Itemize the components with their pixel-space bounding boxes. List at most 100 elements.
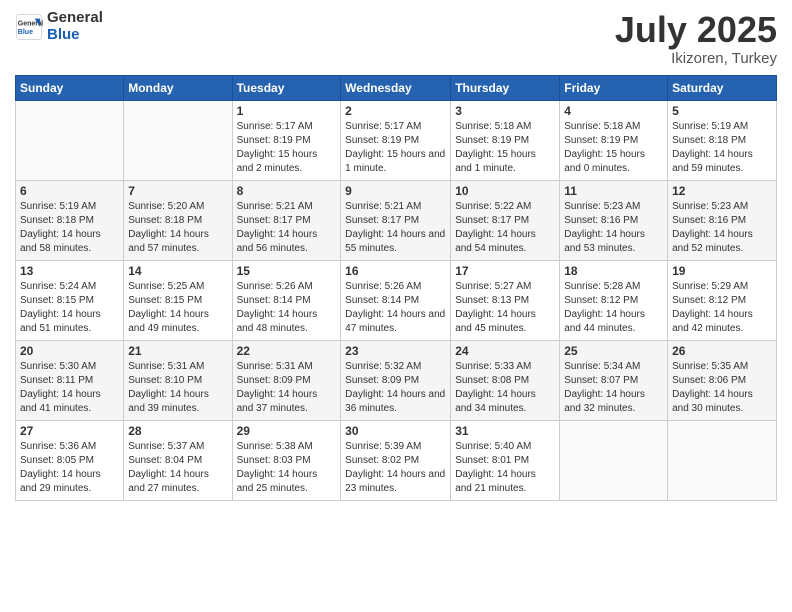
day-info: Sunrise: 5:21 AMSunset: 8:17 PMDaylight:… xyxy=(345,200,446,256)
main-title: July 2025 xyxy=(615,10,777,50)
table-row: 21Sunrise: 5:31 AMSunset: 8:10 PMDayligh… xyxy=(124,340,232,420)
table-row: 26 Sunrise: 5:35 AMSunset: 8:06 PMDayligh… xyxy=(668,340,777,420)
calendar-week-row: 6 Sunrise: 5:19 AMSunset: 8:18 PMDaylight… xyxy=(16,180,777,260)
day-info: Sunrise: 5:19 AMSunset: 8:18 PMDaylight:… xyxy=(672,120,772,176)
day-number: 7 xyxy=(128,184,227,198)
day-info: Sunrise: 5:33 AMSunset: 8:08 PMDaylight:… xyxy=(455,360,555,416)
logo-text: GeneralBlue xyxy=(47,10,103,43)
header-thursday: Thursday xyxy=(451,75,560,100)
day-number: 18 xyxy=(564,264,663,278)
table-row: 15 Sunrise: 5:26 AMSunset: 8:14 PMDayligh… xyxy=(232,260,341,340)
day-info: Sunrise: 5:26 AMSunset: 8:14 PMDaylight:… xyxy=(345,280,446,336)
logo-icon: General Blue xyxy=(15,13,43,41)
table-row: 12 Sunrise: 5:23 AMSunset: 8:16 PMDayligh… xyxy=(668,180,777,260)
table-row: 3 Sunrise: 5:18 AMSunset: 8:19 PMDaylight… xyxy=(451,100,560,180)
table-row: 24 Sunrise: 5:33 AMSunset: 8:08 PMDayligh… xyxy=(451,340,560,420)
day-info: Sunrise: 5:27 AMSunset: 8:13 PMDaylight:… xyxy=(455,280,555,336)
day-number: 15 xyxy=(237,264,337,278)
day-info: Sunrise: 5:40 AMSunset: 8:01 PMDaylight:… xyxy=(455,440,555,496)
day-number: 16 xyxy=(345,264,446,278)
day-info: Sunrise: 5:17 AMSunset: 8:19 PMDaylight:… xyxy=(237,120,337,176)
day-number: 2 xyxy=(345,104,446,118)
day-info: Sunrise: 5:24 AMSunset: 8:15 PMDaylight:… xyxy=(20,280,119,336)
day-info: Sunrise: 5:30 AMSunset: 8:11 PMDaylight:… xyxy=(20,360,119,416)
day-number: 14 xyxy=(128,264,227,278)
day-number: 11 xyxy=(564,184,663,198)
day-info: Sunrise: 5:25 AMSunset: 8:15 PMDaylight:… xyxy=(128,280,227,336)
calendar-week-row: 13 Sunrise: 5:24 AMSunset: 8:15 PMDayligh… xyxy=(16,260,777,340)
table-row: 9 Sunrise: 5:21 AMSunset: 8:17 PMDaylight… xyxy=(341,180,451,260)
day-info: Sunrise: 5:29 AMSunset: 8:12 PMDaylight:… xyxy=(672,280,772,336)
logo-general-word: General xyxy=(47,10,103,27)
logo: General Blue GeneralBlue xyxy=(15,10,103,43)
table-row: 28 Sunrise: 5:37 AMSunset: 8:04 PMDayligh… xyxy=(124,420,232,500)
day-number: 5 xyxy=(672,104,772,118)
subtitle: Ikizoren, Turkey xyxy=(615,50,777,67)
header-friday: Friday xyxy=(560,75,668,100)
table-row: 2 Sunrise: 5:17 AMSunset: 8:19 PMDaylight… xyxy=(341,100,451,180)
table-row: 8 Sunrise: 5:21 AMSunset: 8:17 PMDaylight… xyxy=(232,180,341,260)
table-row: 4Sunrise: 5:18 AMSunset: 8:19 PMDaylight… xyxy=(560,100,668,180)
day-info: Sunrise: 5:31 AMSunset: 8:09 PMDaylight:… xyxy=(237,360,337,416)
day-number: 25 xyxy=(564,344,663,358)
title-block: July 2025 Ikizoren, Turkey xyxy=(615,10,777,67)
day-number: 30 xyxy=(345,424,446,438)
day-info: Sunrise: 5:19 AMSunset: 8:18 PMDaylight:… xyxy=(20,200,119,256)
day-number: 28 xyxy=(128,424,227,438)
page: General Blue GeneralBlue July 2025 Ikizo… xyxy=(0,0,792,612)
table-row xyxy=(124,100,232,180)
day-number: 24 xyxy=(455,344,555,358)
header-wednesday: Wednesday xyxy=(341,75,451,100)
table-row: 1 Sunrise: 5:17 AMSunset: 8:19 PMDaylight… xyxy=(232,100,341,180)
header: General Blue GeneralBlue July 2025 Ikizo… xyxy=(15,10,777,67)
day-number: 26 xyxy=(672,344,772,358)
table-row: 7Sunrise: 5:20 AMSunset: 8:18 PMDaylight… xyxy=(124,180,232,260)
table-row: 6 Sunrise: 5:19 AMSunset: 8:18 PMDaylight… xyxy=(16,180,124,260)
day-number: 10 xyxy=(455,184,555,198)
day-info: Sunrise: 5:32 AMSunset: 8:09 PMDaylight:… xyxy=(345,360,446,416)
day-number: 4 xyxy=(564,104,663,118)
day-number: 6 xyxy=(20,184,119,198)
table-row xyxy=(16,100,124,180)
table-row: 19 Sunrise: 5:29 AMSunset: 8:12 PMDayligh… xyxy=(668,260,777,340)
day-number: 29 xyxy=(237,424,337,438)
day-number: 31 xyxy=(455,424,555,438)
day-info: Sunrise: 5:18 AMSunset: 8:19 PMDaylight:… xyxy=(455,120,555,176)
day-info: Sunrise: 5:23 AMSunset: 8:16 PMDaylight:… xyxy=(672,200,772,256)
day-info: Sunrise: 5:31 AMSunset: 8:10 PMDaylight:… xyxy=(128,360,227,416)
day-info: Sunrise: 5:21 AMSunset: 8:17 PMDaylight:… xyxy=(237,200,337,256)
day-info: Sunrise: 5:17 AMSunset: 8:19 PMDaylight:… xyxy=(345,120,446,176)
calendar-table: Sunday Monday Tuesday Wednesday Thursday… xyxy=(15,75,777,501)
table-row: 23 Sunrise: 5:32 AMSunset: 8:09 PMDayligh… xyxy=(341,340,451,420)
day-info: Sunrise: 5:34 AMSunset: 8:07 PMDaylight:… xyxy=(564,360,663,416)
day-number: 8 xyxy=(237,184,337,198)
day-info: Sunrise: 5:36 AMSunset: 8:05 PMDaylight:… xyxy=(20,440,119,496)
day-info: Sunrise: 5:38 AMSunset: 8:03 PMDaylight:… xyxy=(237,440,337,496)
day-info: Sunrise: 5:35 AMSunset: 8:06 PMDaylight:… xyxy=(672,360,772,416)
day-number: 17 xyxy=(455,264,555,278)
calendar-week-row: 1 Sunrise: 5:17 AMSunset: 8:19 PMDaylight… xyxy=(16,100,777,180)
table-row: 20 Sunrise: 5:30 AMSunset: 8:11 PMDayligh… xyxy=(16,340,124,420)
header-monday: Monday xyxy=(124,75,232,100)
day-info: Sunrise: 5:28 AMSunset: 8:12 PMDaylight:… xyxy=(564,280,663,336)
table-row: 27Sunrise: 5:36 AMSunset: 8:05 PMDayligh… xyxy=(16,420,124,500)
header-sunday: Sunday xyxy=(16,75,124,100)
table-row: 13 Sunrise: 5:24 AMSunset: 8:15 PMDayligh… xyxy=(16,260,124,340)
day-number: 20 xyxy=(20,344,119,358)
day-number: 12 xyxy=(672,184,772,198)
table-row: 25 Sunrise: 5:34 AMSunset: 8:07 PMDayligh… xyxy=(560,340,668,420)
day-number: 1 xyxy=(237,104,337,118)
day-number: 13 xyxy=(20,264,119,278)
day-info: Sunrise: 5:37 AMSunset: 8:04 PMDaylight:… xyxy=(128,440,227,496)
table-row: 5 Sunrise: 5:19 AMSunset: 8:18 PMDaylight… xyxy=(668,100,777,180)
table-row: 11Sunrise: 5:23 AMSunset: 8:16 PMDayligh… xyxy=(560,180,668,260)
logo-blue-word: Blue xyxy=(47,27,103,44)
header-tuesday: Tuesday xyxy=(232,75,341,100)
day-number: 9 xyxy=(345,184,446,198)
day-number: 19 xyxy=(672,264,772,278)
day-number: 3 xyxy=(455,104,555,118)
day-number: 23 xyxy=(345,344,446,358)
day-info: Sunrise: 5:26 AMSunset: 8:14 PMDaylight:… xyxy=(237,280,337,336)
table-row: 17 Sunrise: 5:27 AMSunset: 8:13 PMDayligh… xyxy=(451,260,560,340)
table-row: 14 Sunrise: 5:25 AMSunset: 8:15 PMDayligh… xyxy=(124,260,232,340)
